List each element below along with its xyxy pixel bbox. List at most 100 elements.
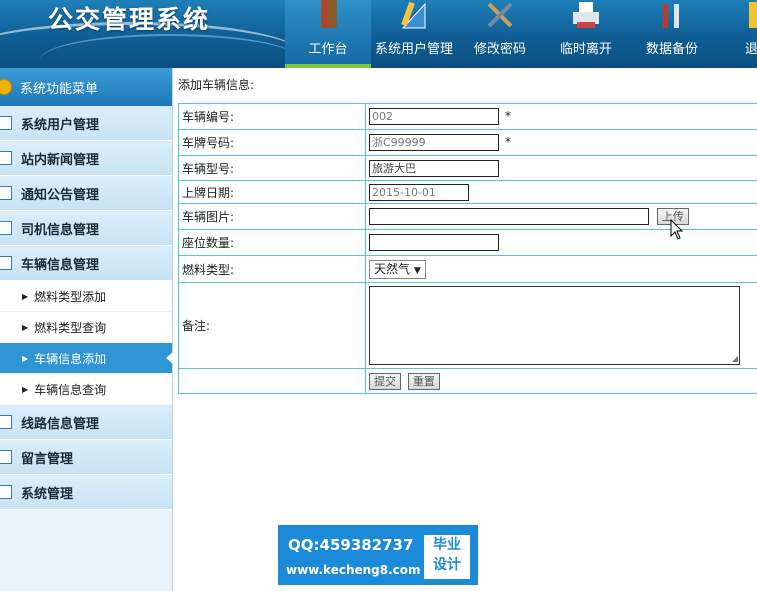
- form-row: 提交 重置: [178, 368, 757, 394]
- triangle-right-icon: ▶: [22, 384, 29, 394]
- nav-item-label: 退出: [744, 42, 757, 57]
- nav-item-label: 数据备份: [645, 42, 698, 57]
- vehicle-no-input[interactable]: 002: [369, 108, 499, 125]
- watermark-badge-line2: 设计: [433, 557, 461, 573]
- chevron-down-icon: ▼: [413, 265, 421, 276]
- sidebar-item-vehicle-query[interactable]: ▶ 车辆信息查询: [0, 374, 172, 405]
- sidebar-item-fuel-type-add[interactable]: ▶ 燃料类型添加: [0, 281, 172, 312]
- edit-icon: [0, 186, 12, 200]
- sidebar-group-label: 站内新闻管理: [21, 152, 100, 168]
- form-cell: 2015-10-01: [365, 180, 757, 204]
- reg-date-input[interactable]: 2015-10-01: [369, 183, 469, 201]
- nav-item-change-password[interactable]: 修改密码: [457, 0, 543, 68]
- form-row: 燃料类型: 天然气 ▼: [178, 255, 757, 283]
- nav-item-workbench[interactable]: 工作台: [285, 0, 371, 68]
- seat-count-input[interactable]: [369, 234, 499, 251]
- list-icon: [0, 116, 12, 130]
- sidebar-group-notices[interactable]: 通知公告管理: [0, 176, 172, 211]
- nav-item-system-users[interactable]: 系统用户管理: [371, 0, 457, 68]
- nav-item-label: 临时离开: [559, 42, 612, 57]
- nav-item-logout[interactable]: 退出: [715, 0, 757, 68]
- nav-item-data-backup[interactable]: 数据备份: [629, 0, 715, 68]
- book-icon: [321, 0, 337, 28]
- field-label: 备注:: [178, 282, 366, 369]
- field-label: 座位数量:: [178, 229, 366, 256]
- printer-icon: [573, 2, 599, 28]
- sidebar-item-label: 车辆信息添加: [34, 351, 107, 366]
- sidebar: 系统功能菜单 系统用户管理 站内新闻管理 通知公告管理 司机信息管理 车辆信息管…: [0, 68, 173, 591]
- tools-icon: [487, 2, 513, 28]
- main-content: 添加车辆信息: 车辆编号: 002 * 车牌号码: 浙C99999 * 车辆型号: …: [172, 68, 757, 591]
- sidebar-title: 系统功能菜单: [20, 81, 99, 97]
- nav-item-label: 工作台: [308, 42, 348, 57]
- required-mark: *: [505, 135, 511, 149]
- sidebar-group-news[interactable]: 站内新闻管理: [0, 141, 172, 176]
- plate-no-input[interactable]: 浙C99999: [369, 134, 499, 151]
- watermark-badge-line1: 毕业: [433, 537, 461, 553]
- form-row: 上牌日期: 2015-10-01: [178, 180, 757, 204]
- watermark-banner: QQ:459382737 www.kecheng8.com 毕业 设计: [278, 525, 478, 585]
- sidebar-group-system[interactable]: 系统管理: [0, 475, 172, 510]
- sidebar-group-label: 系统管理: [21, 486, 74, 502]
- app-title: 公交管理系统: [48, 5, 211, 34]
- list-icon: [0, 256, 12, 270]
- form-cell: 浙C99999 *: [365, 129, 757, 156]
- header-bar: 公交管理系统 工作台 系统用户管理 修改密码 临时离开 数据备份 退: [0, 0, 757, 68]
- form-row: 备注: ◢: [178, 282, 757, 369]
- form-cell: ◢: [365, 282, 757, 369]
- sidebar-item-label: 车辆信息查询: [34, 382, 107, 397]
- sidebar-group-label: 留言管理: [21, 451, 74, 467]
- mouse-cursor-icon: [670, 219, 684, 240]
- vehicle-model-input[interactable]: 旅游大巴: [369, 159, 499, 177]
- watermark-qq: QQ:459382737: [288, 536, 414, 554]
- calendar-icon: [0, 485, 12, 499]
- nav-item-label: 修改密码: [473, 42, 526, 57]
- watermark-badge: 毕业 设计: [424, 535, 470, 579]
- triangle-right-icon: ▶: [22, 322, 29, 332]
- field-label: 燃料类型:: [178, 255, 366, 283]
- ruler-triangle-icon: [401, 1, 426, 29]
- fuel-type-select[interactable]: 天然气 ▼: [369, 259, 426, 279]
- exit-icon: [749, 2, 757, 28]
- sidebar-group-label: 车辆信息管理: [21, 257, 100, 273]
- nav-item-temp-leave[interactable]: 临时离开: [543, 0, 629, 68]
- form-cell-empty: [178, 368, 366, 394]
- fuel-type-selected: 天然气: [374, 261, 411, 276]
- notes-textarea[interactable]: ◢: [369, 286, 740, 365]
- form-cell: 提交 重置: [365, 368, 757, 394]
- sidebar-group-routes[interactable]: 线路信息管理: [0, 405, 172, 440]
- vehicle-form-table: 车辆编号: 002 * 车牌号码: 浙C99999 * 车辆型号: 旅游大巴 上牌日…: [178, 103, 757, 394]
- form-cell: [365, 229, 757, 256]
- sidebar-group-messages[interactable]: 留言管理: [0, 440, 172, 475]
- sidebar-group-label: 系统用户管理: [21, 117, 100, 133]
- sidebar-group-label: 通知公告管理: [21, 187, 100, 203]
- sidebar-group-drivers[interactable]: 司机信息管理: [0, 211, 172, 246]
- photo-path-input[interactable]: [369, 208, 649, 225]
- sidebar-item-vehicle-add[interactable]: ▶ 车辆信息添加: [0, 343, 173, 374]
- sidebar-group-label: 线路信息管理: [21, 416, 100, 432]
- triangle-right-icon: ▶: [22, 291, 29, 301]
- field-label: 上牌日期:: [178, 180, 366, 204]
- field-label: 车牌号码:: [178, 129, 366, 156]
- field-label: 车辆编号:: [178, 103, 366, 130]
- field-label: 车辆图片:: [178, 203, 366, 230]
- form-cell: 天然气 ▼: [365, 255, 757, 283]
- watermark-url: www.kecheng8.com: [286, 563, 421, 577]
- form-row: 车辆型号: 旅游大巴: [178, 155, 757, 181]
- menu-toggle-icon: [0, 79, 12, 95]
- top-nav: 工作台 系统用户管理 修改密码 临时离开 数据备份 退: [285, 0, 757, 68]
- chat-icon: [0, 151, 12, 165]
- form-cell: 旅游大巴: [365, 155, 757, 181]
- form-row: 车牌号码: 浙C99999 *: [178, 129, 757, 156]
- field-label: 车辆型号:: [178, 155, 366, 181]
- sidebar-header[interactable]: 系统功能菜单: [0, 68, 172, 106]
- sidebar-group-label: 司机信息管理: [21, 222, 100, 238]
- sidebar-group-vehicles[interactable]: 车辆信息管理: [0, 246, 172, 281]
- resize-grip-icon[interactable]: ◢: [732, 354, 738, 363]
- reset-button[interactable]: 重置: [407, 372, 440, 390]
- sidebar-item-fuel-type-query[interactable]: ▶ 燃料类型查询: [0, 312, 172, 343]
- edit-icon: [0, 450, 12, 464]
- submit-button[interactable]: 提交: [369, 372, 401, 390]
- calendar-icon: [0, 221, 12, 235]
- sidebar-group-system-users[interactable]: 系统用户管理: [0, 106, 172, 141]
